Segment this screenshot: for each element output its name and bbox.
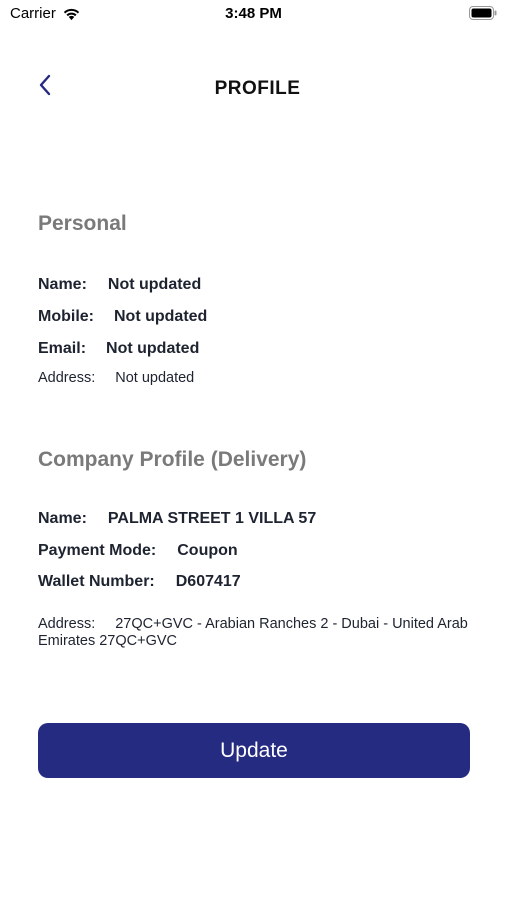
company-payment-row: Payment Mode: Coupon (38, 542, 238, 560)
personal-email-row: Email: Not updated (38, 340, 199, 358)
personal-name-row: Name: Not updated (38, 276, 201, 294)
status-time: 3:48 PM (225, 5, 282, 22)
personal-address-row: Address: Not updated (38, 370, 194, 386)
company-name-row: Name: PALMA STREET 1 VILLA 57 (38, 510, 316, 528)
personal-mobile-label: Mobile: (38, 308, 94, 325)
company-wallet-row: Wallet Number: D607417 (38, 573, 241, 591)
personal-name-value: Not updated (107, 276, 202, 293)
company-address-row: Address: 27QC+GVC - Arabian Ranches 2 - D… (38, 616, 468, 650)
personal-email-value: Not updated (106, 340, 200, 357)
battery-icon (469, 6, 497, 20)
wallet-number-value: D607417 (175, 573, 241, 590)
personal-address-value: Not updated (115, 370, 195, 386)
personal-section-title: Personal (38, 212, 127, 235)
payment-mode-value: Coupon (177, 542, 238, 559)
personal-email-label: Email: (38, 340, 87, 357)
personal-address-label: Address: (38, 370, 96, 386)
wallet-number-label: Wallet Number: (38, 573, 155, 590)
personal-name-label: Name: (38, 276, 87, 293)
navigation-header: PROFILE (0, 66, 507, 114)
company-address-value: 27QC+GVC - Arabian Ranches 2 - Dubai - U… (38, 616, 468, 649)
update-button[interactable]: Update (38, 723, 470, 778)
payment-mode-label: Payment Mode: (38, 542, 157, 559)
personal-mobile-value: Not updated (114, 308, 208, 325)
personal-mobile-row: Mobile: Not updated (38, 308, 207, 326)
company-section-title: Company Profile (Delivery) (38, 448, 307, 471)
company-address-label: Address: (38, 616, 96, 632)
status-bar: Carrier 3:48 PM (0, 0, 507, 30)
company-name-label: Name: (38, 510, 87, 527)
page-title: PROFILE (214, 78, 301, 99)
company-name-value: PALMA STREET 1 VILLA 57 (107, 510, 317, 527)
